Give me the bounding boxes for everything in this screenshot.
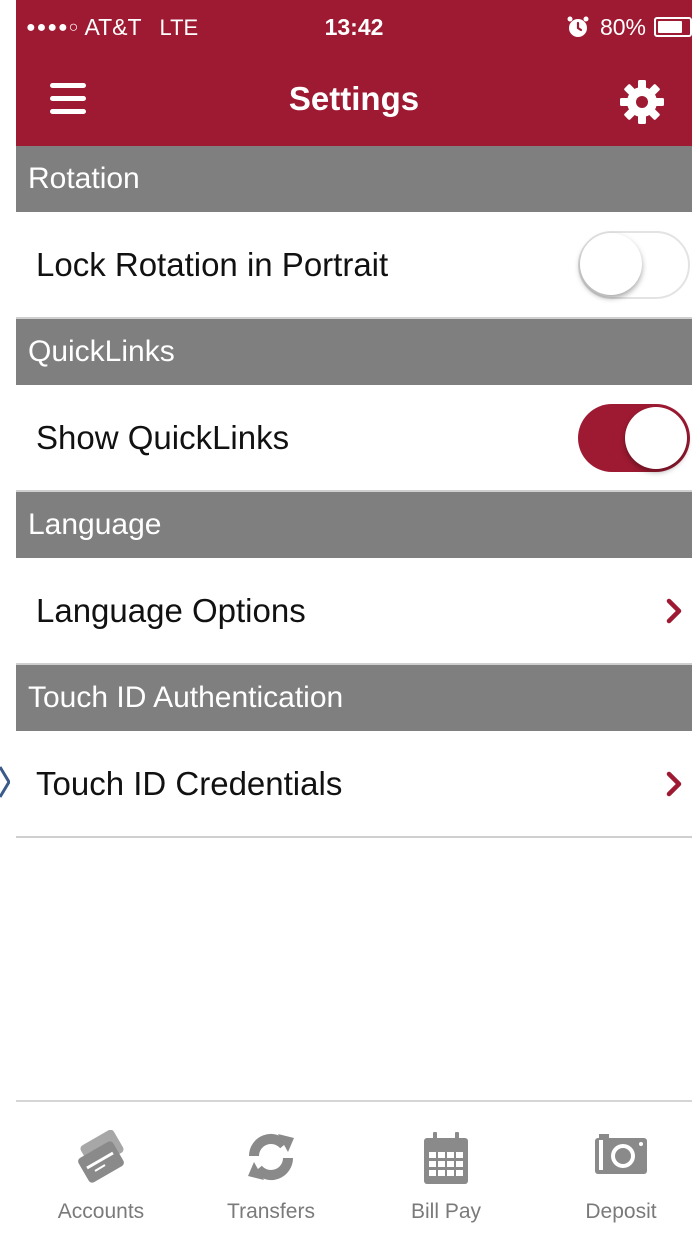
tab-accounts[interactable]: Accounts: [16, 1102, 186, 1233]
calendar-icon: [424, 1132, 468, 1184]
refresh-arrows-icon: [248, 1133, 294, 1181]
section-header-language: Language: [16, 492, 692, 558]
toggle-knob: [625, 407, 687, 469]
section-header-touch-id: Touch ID Authentication: [16, 665, 692, 731]
tab-label: Transfers: [227, 1200, 315, 1223]
tab-bar: Accounts Transfers Bill Pay Deposit: [16, 1100, 692, 1233]
alarm-clock-icon: [567, 16, 589, 37]
status-right: 80%: [566, 12, 692, 42]
row-label: Show QuickLinks: [36, 419, 290, 456]
row-lock-rotation: Lock Rotation in Portrait: [16, 212, 692, 319]
battery-fill: [658, 21, 682, 33]
row-label: Lock Rotation in Portrait: [36, 246, 389, 283]
page-title: Settings: [288, 80, 420, 117]
battery-icon: [654, 17, 692, 37]
selection-indicator-icon: [0, 766, 10, 798]
toggle-knob: [580, 233, 642, 295]
status-bar: ●●●●○ AT&T LTE 13:42 80%: [16, 0, 692, 56]
lock-rotation-toggle[interactable]: [578, 231, 690, 299]
row-label: Language Options: [36, 592, 306, 629]
credit-card-icon: [78, 1130, 124, 1183]
row-show-quicklinks: Show QuickLinks: [16, 385, 692, 492]
tab-label: Deposit: [585, 1200, 657, 1223]
gear-icon[interactable]: [618, 78, 666, 126]
row-language-options[interactable]: Language Options: [16, 558, 692, 665]
tab-deposit[interactable]: Deposit: [536, 1102, 692, 1233]
tab-label: Accounts: [57, 1200, 145, 1223]
section-header-quicklinks: QuickLinks: [16, 319, 692, 385]
nav-bar: Settings: [16, 56, 692, 146]
row-touch-id-credentials[interactable]: Touch ID Credentials: [16, 731, 692, 838]
camera-icon: [595, 1134, 647, 1174]
tab-label: Bill Pay: [410, 1200, 482, 1223]
tab-transfers[interactable]: Transfers: [186, 1102, 356, 1233]
show-quicklinks-toggle[interactable]: [578, 404, 690, 472]
chevron-right-icon: [666, 598, 682, 624]
battery-percent: 80%: [599, 13, 646, 40]
section-header-rotation: Rotation: [16, 146, 692, 212]
chevron-right-icon: [666, 771, 682, 797]
row-label: Touch ID Credentials: [36, 765, 343, 802]
tab-bill-pay[interactable]: Bill Pay: [361, 1102, 531, 1233]
